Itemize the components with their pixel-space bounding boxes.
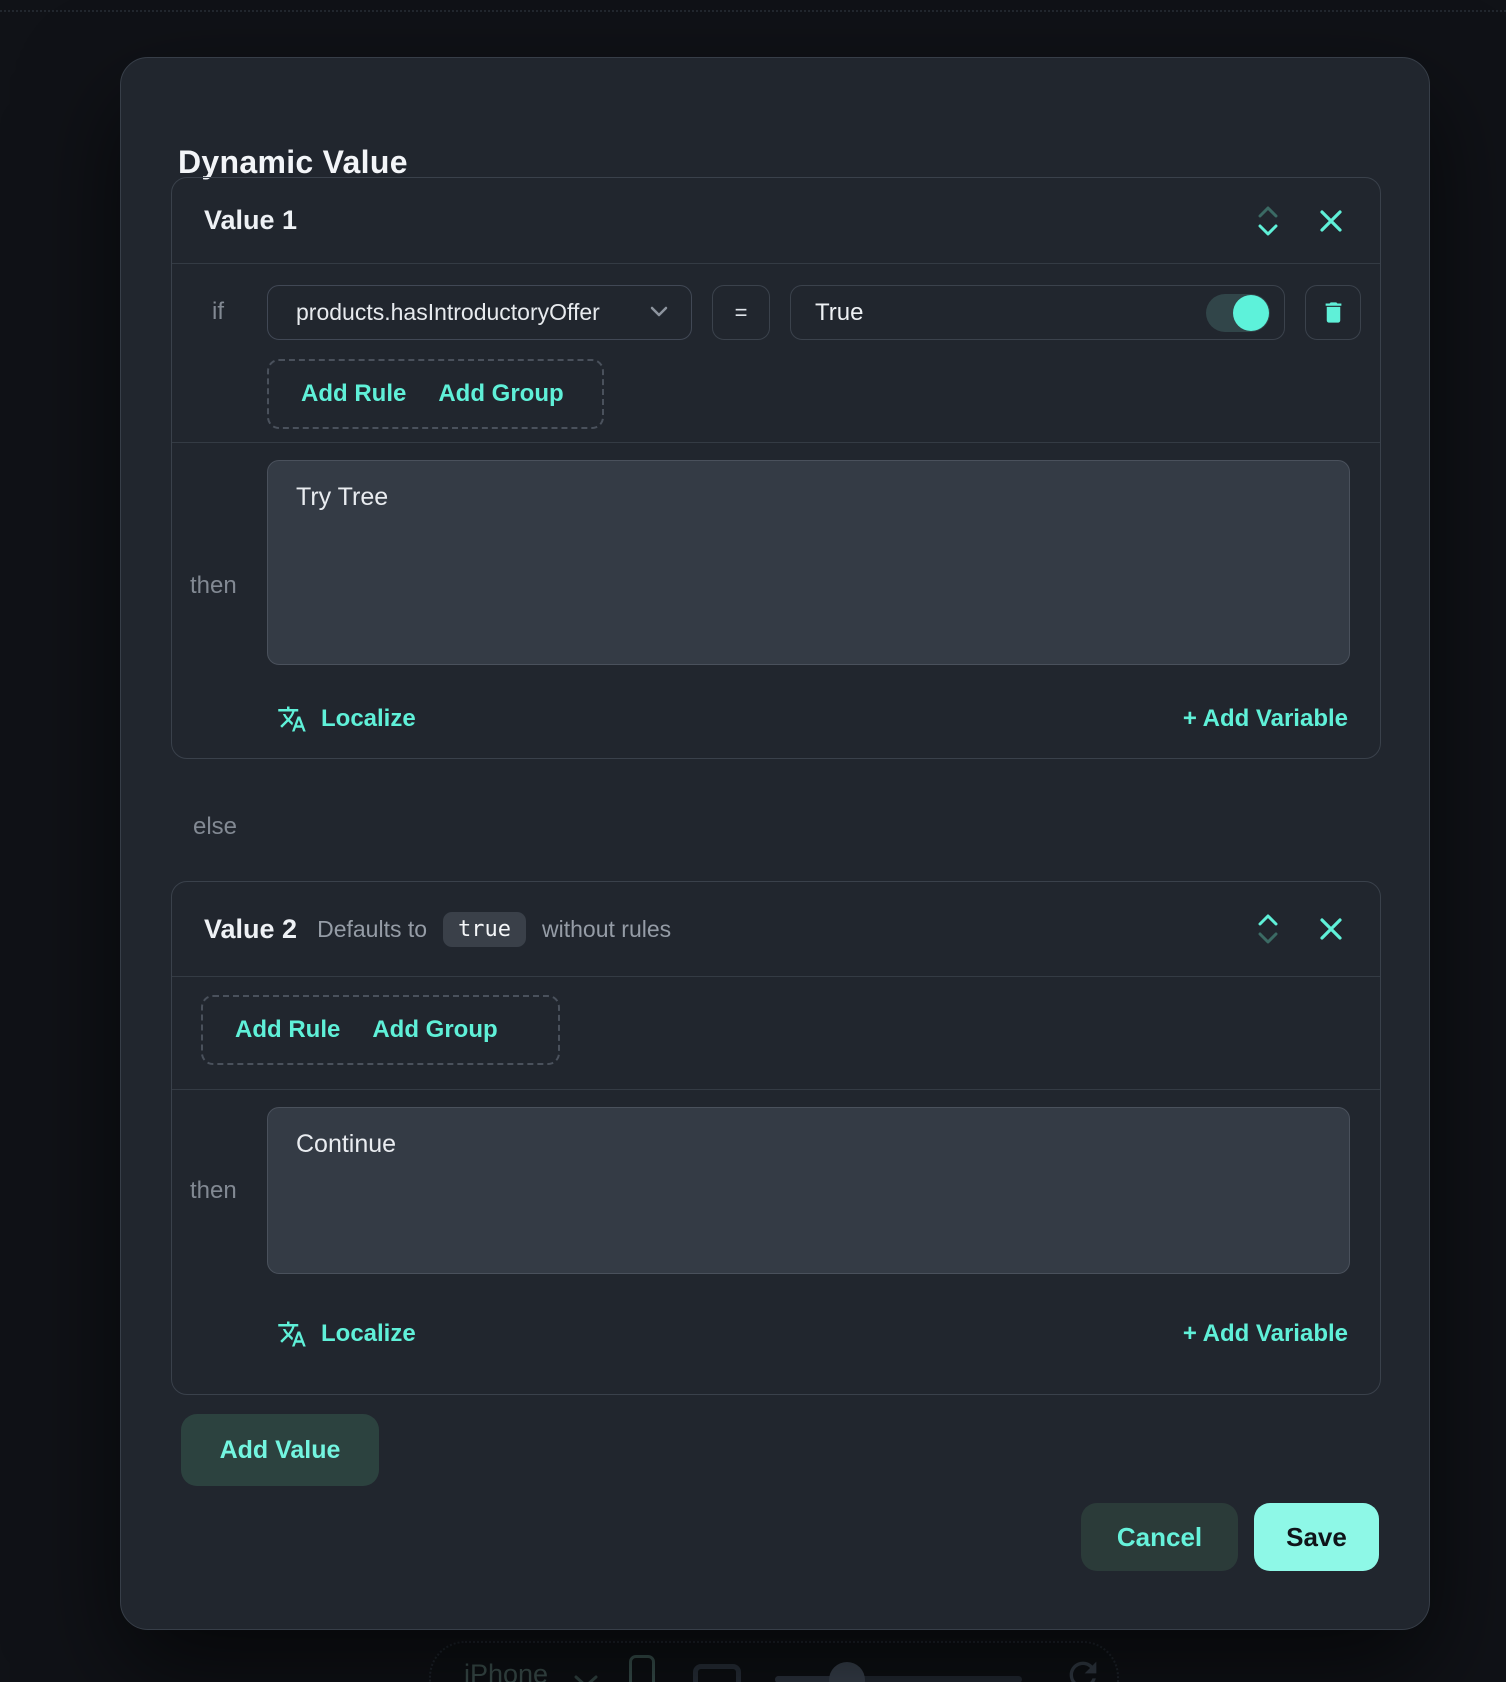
value-2-title: Value 2 [204,914,297,945]
close-icon[interactable] [1318,916,1344,942]
delete-rule-button[interactable] [1305,285,1361,340]
add-group-button[interactable]: Add Group [372,1016,497,1044]
condition-field-select[interactable]: products.hasIntroductoryOffer [267,285,692,340]
value-2-card: Value 2 Defaults to true without rules A… [171,881,1381,1395]
condition-value-box: True [790,285,1285,340]
else-label: else [193,813,237,841]
condition-field-value: products.hasIntroductoryOffer [296,299,600,326]
default-value-pill: true [443,912,526,947]
translate-icon [277,704,307,734]
then-label: then [190,572,237,600]
refresh-icon[interactable] [1063,1655,1103,1682]
section-divider [172,1089,1380,1090]
add-group-button[interactable]: Add Group [438,380,563,408]
dynamic-value-modal: Dynamic Value Value 1 if produc [120,57,1430,1630]
localize-label: Localize [321,705,416,733]
then-label: then [190,1177,237,1205]
landscape-orientation-icon[interactable] [693,1664,741,1682]
value-1-card: Value 1 if products.hasIntroductoryOffer [171,177,1381,759]
value-1-title: Value 1 [204,205,297,236]
localize-row: Localize + Add Variable [277,1314,1348,1354]
value-1-header: Value 1 [172,178,1380,264]
translate-icon [277,1319,307,1349]
add-rule-button[interactable]: Add Rule [235,1016,340,1044]
condition-row: if products.hasIntroductoryOffer = True [172,285,1380,340]
localize-button[interactable]: Localize [277,1319,416,1349]
close-icon[interactable] [1318,208,1344,234]
add-rule-button[interactable]: Add Rule [301,380,406,408]
defaults-prefix: Defaults to [317,916,427,943]
modal-title: Dynamic Value [178,144,408,181]
device-select[interactable]: iPhone [464,1659,548,1682]
reorder-value-1-control[interactable] [1256,206,1280,236]
add-variable-button[interactable]: + Add Variable [1183,1320,1348,1348]
add-rule-group-box: Add Rule Add Group [201,995,560,1065]
background-dotted-divider [0,10,1506,12]
localize-button[interactable]: Localize [277,704,416,734]
chevron-up-icon[interactable] [1256,206,1280,218]
remove-value-2-button[interactable] [1318,916,1344,942]
screen: iPhone Dynamic Value Value 1 [0,0,1506,1682]
condition-operator-select[interactable]: = [712,285,770,340]
then-value-textarea[interactable]: Try Tree [267,460,1350,665]
chevron-down-icon [649,304,669,322]
reorder-value-2-control[interactable] [1256,914,1280,944]
add-value-button[interactable]: Add Value [181,1414,379,1486]
defaults-suffix: without rules [542,916,671,943]
condition-value-label: True [815,299,863,327]
section-divider [172,442,1380,443]
trash-icon[interactable] [1320,299,1347,326]
chevron-down-icon[interactable] [1256,224,1280,236]
value-2-header: Value 2 Defaults to true without rules [172,882,1380,977]
zoom-slider[interactable] [775,1676,1022,1682]
add-rule-group-box: Add Rule Add Group [267,359,604,429]
add-variable-button[interactable]: + Add Variable [1183,705,1348,733]
localize-label: Localize [321,1320,416,1348]
save-button[interactable]: Save [1254,1503,1379,1571]
localize-row: Localize + Add Variable [277,699,1348,739]
remove-value-1-button[interactable] [1318,208,1344,234]
boolean-toggle[interactable] [1206,294,1270,332]
zoom-slider-thumb[interactable] [829,1662,865,1682]
if-label: if [212,298,224,326]
chevron-up-icon[interactable] [1256,914,1280,926]
chevron-down-icon [573,1673,599,1682]
then-value-textarea[interactable]: Continue [267,1107,1350,1274]
chevron-down-icon[interactable] [1256,932,1280,944]
toggle-knob [1233,295,1269,331]
portrait-orientation-icon[interactable] [629,1655,655,1682]
cancel-button[interactable]: Cancel [1081,1503,1238,1571]
device-preview-toolbar: iPhone [429,1641,1119,1682]
